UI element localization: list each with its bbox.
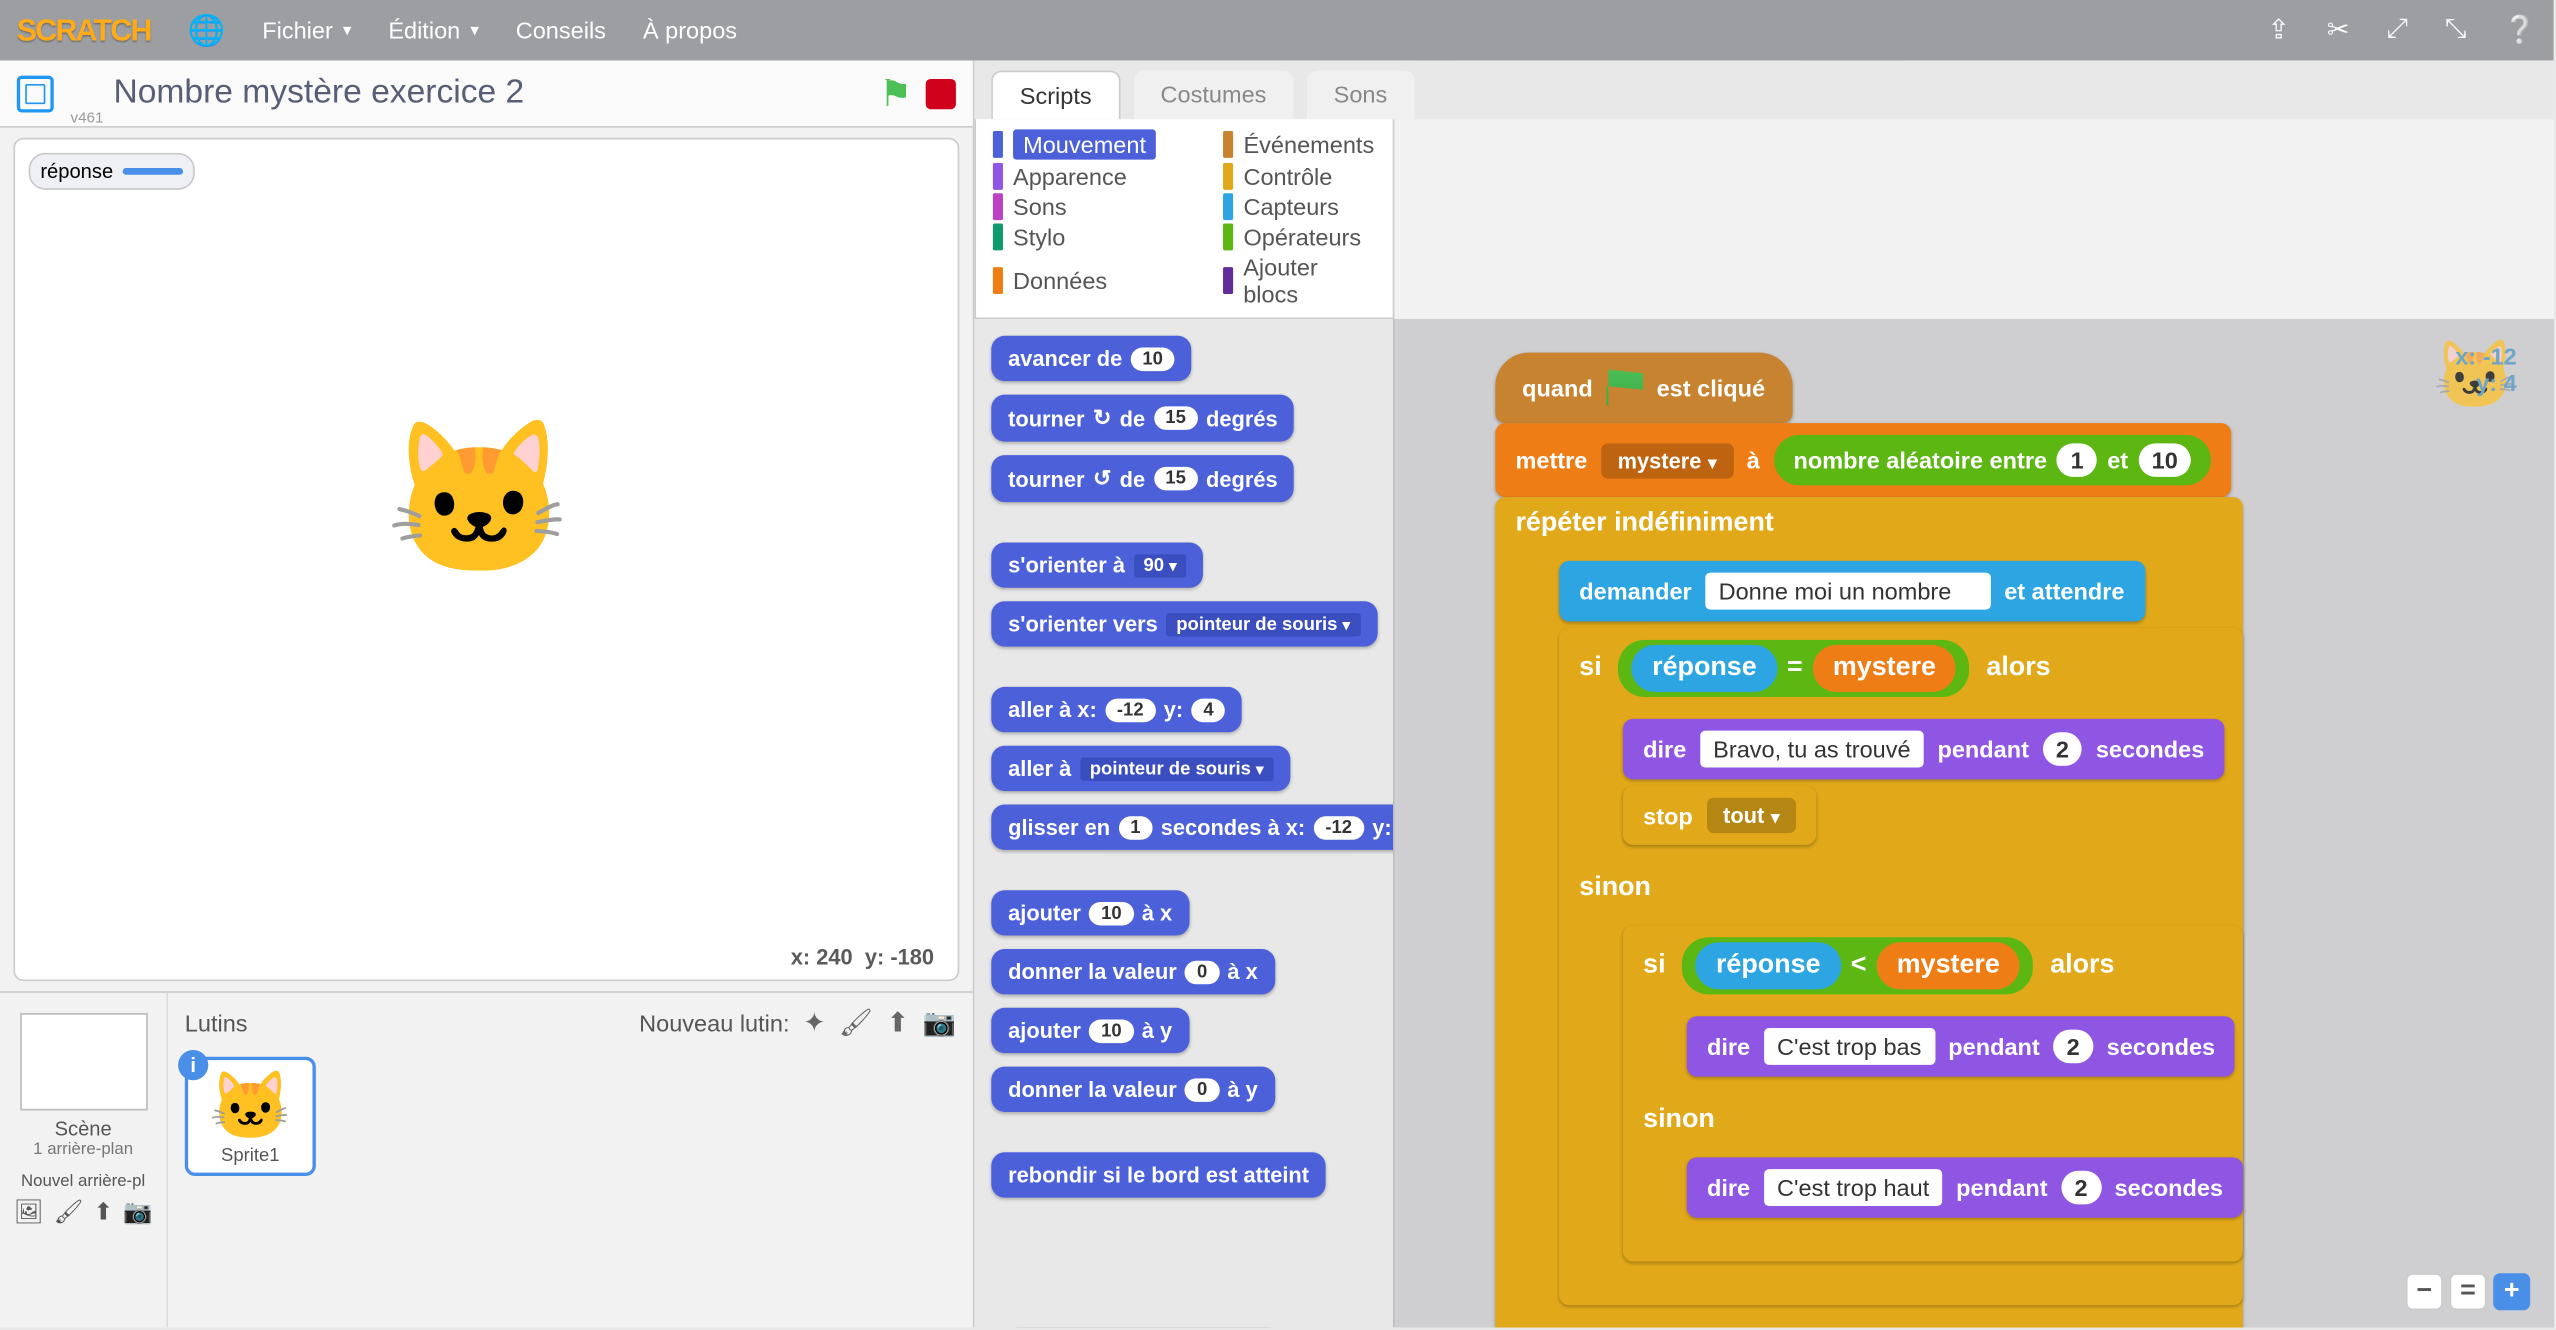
reporter-variable-mystere[interactable]: mystere [1813, 645, 1956, 692]
backdrop-paint-icon[interactable]: 🖌 [54, 1198, 84, 1227]
sprite-camera-icon[interactable]: 📷 [922, 1006, 955, 1040]
block-say-low[interactable]: direC'est trop baspendant2secondes [1687, 1016, 2235, 1076]
variable-monitor-reponse[interactable]: réponse [29, 153, 196, 190]
palette-block-set-y[interactable]: donner la valeur0à y [991, 1067, 1274, 1112]
block-set-variable[interactable]: mettremystereà nombre aléatoire entre1et… [1495, 423, 2231, 497]
script-canvas[interactable]: 🐱 x: -12y: 4 quandest cliqué mettremyste… [1394, 319, 2553, 1327]
new-sprite-label: Nouveau lutin: [639, 1010, 789, 1037]
block-forever[interactable]: répéter indéfiniment demanderDonne moi u… [1495, 497, 2243, 1327]
backdrop-camera-icon[interactable]: 📷 [123, 1198, 152, 1227]
stage-view-icon[interactable] [17, 75, 54, 112]
cat-pen[interactable]: Stylo [1013, 223, 1065, 250]
cat-moreblocks[interactable]: Ajouter blocs [1243, 254, 1376, 308]
tab-scripts[interactable]: Scripts [991, 71, 1120, 120]
sprite-on-stage[interactable]: 🐱 [385, 425, 573, 576]
palette-block-point-dir[interactable]: s'orienter à90 [991, 543, 1203, 588]
tab-sons[interactable]: Sons [1307, 71, 1414, 120]
block-ask[interactable]: demanderDonne moi un nombreet attendre [1559, 561, 2144, 621]
block-stop[interactable]: stoptout [1623, 786, 1816, 845]
version-label: v461 [71, 109, 104, 126]
palette-block-change-y[interactable]: ajouter10à y [991, 1008, 1189, 1053]
palette-block-move[interactable]: avancer de10 [991, 336, 1191, 381]
variable-monitor-value [123, 168, 183, 175]
share-icon[interactable]: ⇪ [2267, 13, 2290, 47]
palette-block-turn-ccw[interactable]: tourner↺de15degrés [991, 455, 1294, 502]
new-backdrop-label: Nouvel arrière-pl [7, 1173, 160, 1191]
palette-block-bounce[interactable]: rebondir si le bord est atteint [991, 1152, 1326, 1197]
green-flag-button[interactable]: ⚑ [879, 71, 912, 115]
reporter-random[interactable]: nombre aléatoire entre1et10 [1773, 435, 2211, 485]
tips-menu[interactable]: Conseils [516, 17, 606, 44]
tab-costumes[interactable]: Costumes [1134, 71, 1294, 120]
scissors-icon[interactable]: ✂ [2327, 13, 2350, 47]
zoom-out-button[interactable]: − [2406, 1273, 2443, 1310]
expand-icon[interactable]: ⤢ [2386, 15, 2408, 45]
palette-block-goto[interactable]: aller àpointeur de souris [991, 746, 1290, 791]
zoom-controls: − = + [2406, 1273, 2530, 1310]
green-flag-icon [1606, 370, 1643, 407]
stage-canvas[interactable]: réponse 🐱 x: 240 y: -180 [13, 138, 959, 981]
scratch-logo: SCRATCH [17, 13, 151, 48]
block-if-else-lt[interactable]: si réponse < mystere alors [1623, 926, 2243, 1262]
block-say-high[interactable]: direC'est trop hautpendant2secondes [1687, 1158, 2243, 1218]
help-icon[interactable]: ❔ [2503, 13, 2536, 47]
reporter-answer[interactable]: réponse [1632, 645, 1777, 692]
backdrop-upload-icon[interactable]: ⬆ [94, 1198, 114, 1227]
editor-tabs: Scripts Costumes Sons [974, 60, 2553, 119]
shrink-icon[interactable]: ⤡ [2445, 15, 2467, 45]
sprite-name: Sprite1 [195, 1146, 306, 1166]
project-title: Nombre mystère exercice 2 [113, 74, 879, 113]
file-menu[interactable]: Fichier [262, 17, 351, 44]
cat-operators[interactable]: Opérateurs [1243, 223, 1361, 250]
sprite-paint-icon[interactable]: 🖌 [839, 1006, 873, 1040]
backdrop-library-icon[interactable]: 🖼 [14, 1198, 44, 1227]
edit-menu[interactable]: Édition [388, 17, 478, 44]
mouse-coords: x: -12y: 4 [2455, 343, 2516, 397]
zoom-in-button[interactable]: + [2493, 1273, 2530, 1310]
sprite-thumbnail-sprite1[interactable]: i 🐱 Sprite1 [185, 1057, 316, 1176]
sprite-upload-icon[interactable]: ⬆ [886, 1006, 909, 1040]
top-menu-bar: SCRATCH 🌐 Fichier Édition Conseils À pro… [0, 0, 2554, 60]
palette-block-set-x[interactable]: donner la valeur0à x [991, 949, 1274, 994]
sprite-info-button[interactable]: i [178, 1050, 208, 1080]
block-when-flag-clicked[interactable]: quandest cliqué [1495, 353, 1792, 424]
script-stack[interactable]: quandest cliqué mettremystereà nombre al… [1495, 353, 2243, 1327]
cat-control[interactable]: Contrôle [1243, 163, 1332, 190]
stop-button[interactable] [926, 78, 956, 108]
block-palette[interactable]: avancer de10 tourner↻de15degrés tourner↺… [974, 319, 1394, 1327]
language-menu[interactable]: 🌐 [188, 13, 226, 48]
palette-block-turn-cw[interactable]: tourner↻de15degrés [991, 395, 1294, 442]
stage-coords: x: 240 y: -180 [791, 944, 934, 969]
stage-thumbnail-column: Scène 1 arrière-plan Nouvel arrière-pl 🖼… [0, 993, 168, 1327]
cat-sensing[interactable]: Capteurs [1243, 193, 1338, 220]
cat-events[interactable]: Événements [1243, 131, 1374, 158]
zoom-reset-button[interactable]: = [2449, 1273, 2486, 1310]
palette-block-goto-xy[interactable]: aller à x:-12y:4 [991, 687, 1242, 732]
stage-thumbnail[interactable] [19, 1013, 147, 1110]
scene-backdrop-count: 1 arrière-plan [7, 1141, 160, 1159]
sprite-panel: Scène 1 arrière-plan Nouvel arrière-pl 🖼… [0, 991, 973, 1327]
sprites-label: Lutins [185, 1010, 248, 1037]
cat-sound[interactable]: Sons [1013, 193, 1067, 220]
cat-motion[interactable]: Mouvement [1013, 129, 1156, 159]
sprite-library-icon[interactable]: ✦ [803, 1006, 826, 1040]
about-menu[interactable]: À propos [643, 17, 737, 44]
block-say-ok[interactable]: direBravo, tu as trouvépendant2secondes [1623, 719, 2225, 779]
block-if-else-eq[interactable]: si réponse = mystere alors [1559, 628, 2243, 1305]
stage-header: v461 Nombre mystère exercice 2 ⚑ [0, 60, 973, 127]
cat-looks[interactable]: Apparence [1013, 163, 1127, 190]
scene-label: Scène [7, 1117, 160, 1141]
palette-block-point-towards[interactable]: s'orienter verspointeur de souris [991, 601, 1377, 646]
variable-monitor-name: réponse [40, 160, 113, 184]
palette-block-glide[interactable]: glisser en1secondes à x:-12y: [991, 805, 1394, 850]
cat-data[interactable]: Données [1013, 267, 1107, 294]
palette-block-change-x[interactable]: ajouter10à x [991, 890, 1189, 935]
block-category-selector: Mouvement Événements Apparence Contrôle … [974, 119, 1394, 319]
